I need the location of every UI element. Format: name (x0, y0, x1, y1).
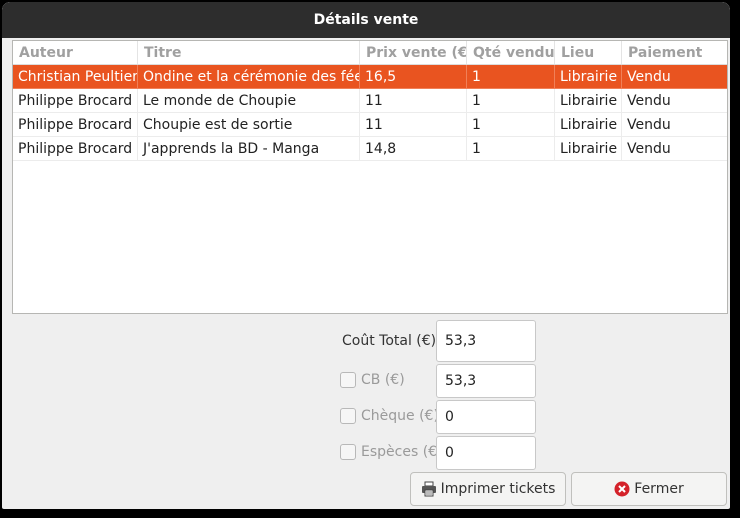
column-header-qte[interactable]: Qté vendu (467, 41, 555, 64)
dialog-window: Détails vente Auteur Titre Prix vente (€… (2, 2, 730, 509)
table-header: Auteur Titre Prix vente (€) Qté vendu Li… (13, 41, 727, 65)
cell-auteur: Philippe Brocard (13, 137, 138, 161)
printer-icon (421, 481, 437, 497)
cb-row: CB (€) (340, 372, 405, 388)
cell-qte: 1 (467, 89, 555, 113)
cell-titre: Le monde de Choupie (138, 89, 360, 113)
cheque-row: Chèque (€) (340, 408, 439, 424)
cell-titre: J'apprends la BD - Manga (138, 137, 360, 161)
cell-qte: 1 (467, 65, 555, 89)
cell-auteur: Philippe Brocard (13, 89, 138, 113)
cell-auteur: Philippe Brocard (13, 113, 138, 137)
cheque-label: Chèque (€) (361, 408, 439, 424)
close-button[interactable]: Fermer (571, 472, 727, 506)
cell-prix: 11 (360, 89, 467, 113)
column-header-auteur[interactable]: Auteur (13, 41, 138, 64)
cell-lieu: Librairie (555, 113, 622, 137)
cell-paiement: Vendu (622, 113, 727, 137)
table-row[interactable]: Philippe Brocard Choupie est de sortie 1… (13, 113, 727, 137)
cell-prix: 11 (360, 113, 467, 137)
cell-qte: 1 (467, 137, 555, 161)
column-header-prix[interactable]: Prix vente (€) (360, 41, 467, 64)
title-bar[interactable]: Détails vente (2, 2, 730, 38)
cb-label: CB (€) (361, 372, 405, 388)
window-title: Détails vente (313, 12, 419, 28)
cb-field[interactable]: 53,3 (436, 364, 536, 398)
cell-lieu: Librairie (555, 89, 622, 113)
cell-qte: 1 (467, 113, 555, 137)
total-row: Coût Total (€) (342, 333, 436, 349)
especes-label: Espèces (€) (361, 444, 443, 460)
table-row[interactable]: Philippe Brocard J'apprends la BD - Mang… (13, 137, 727, 161)
cell-prix: 14,8 (360, 137, 467, 161)
cell-auteur: Christian Peultier (13, 65, 138, 89)
cb-checkbox[interactable] (340, 372, 356, 388)
cell-paiement: Vendu (622, 137, 727, 161)
cell-paiement: Vendu (622, 89, 727, 113)
cell-lieu: Librairie (555, 65, 622, 89)
especes-row: Espèces (€) (340, 444, 443, 460)
total-field[interactable]: 53,3 (436, 320, 536, 362)
cell-titre: Ondine et la cérémonie des fées (138, 65, 360, 89)
close-label: Fermer (634, 481, 684, 497)
close-circle-icon (614, 481, 630, 497)
print-tickets-label: Imprimer tickets (440, 481, 556, 497)
column-header-lieu[interactable]: Lieu (555, 41, 622, 64)
total-label: Coût Total (€) (342, 333, 437, 349)
cell-paiement: Vendu (622, 65, 727, 89)
column-header-titre[interactable]: Titre (138, 41, 360, 64)
table-row[interactable]: Philippe Brocard Le monde de Choupie 11 … (13, 89, 727, 113)
column-header-paiement[interactable]: Paiement (622, 41, 727, 64)
especes-field[interactable]: 0 (436, 436, 536, 470)
sales-table[interactable]: Auteur Titre Prix vente (€) Qté vendu Li… (12, 40, 728, 314)
print-tickets-button[interactable]: Imprimer tickets (410, 472, 566, 506)
cheque-field[interactable]: 0 (436, 400, 536, 434)
cell-titre: Choupie est de sortie (138, 113, 360, 137)
cell-prix: 16,5 (360, 65, 467, 89)
especes-checkbox[interactable] (340, 444, 356, 460)
cell-lieu: Librairie (555, 137, 622, 161)
table-row[interactable]: Christian Peultier Ondine et la cérémoni… (13, 65, 727, 89)
cheque-checkbox[interactable] (340, 408, 356, 424)
